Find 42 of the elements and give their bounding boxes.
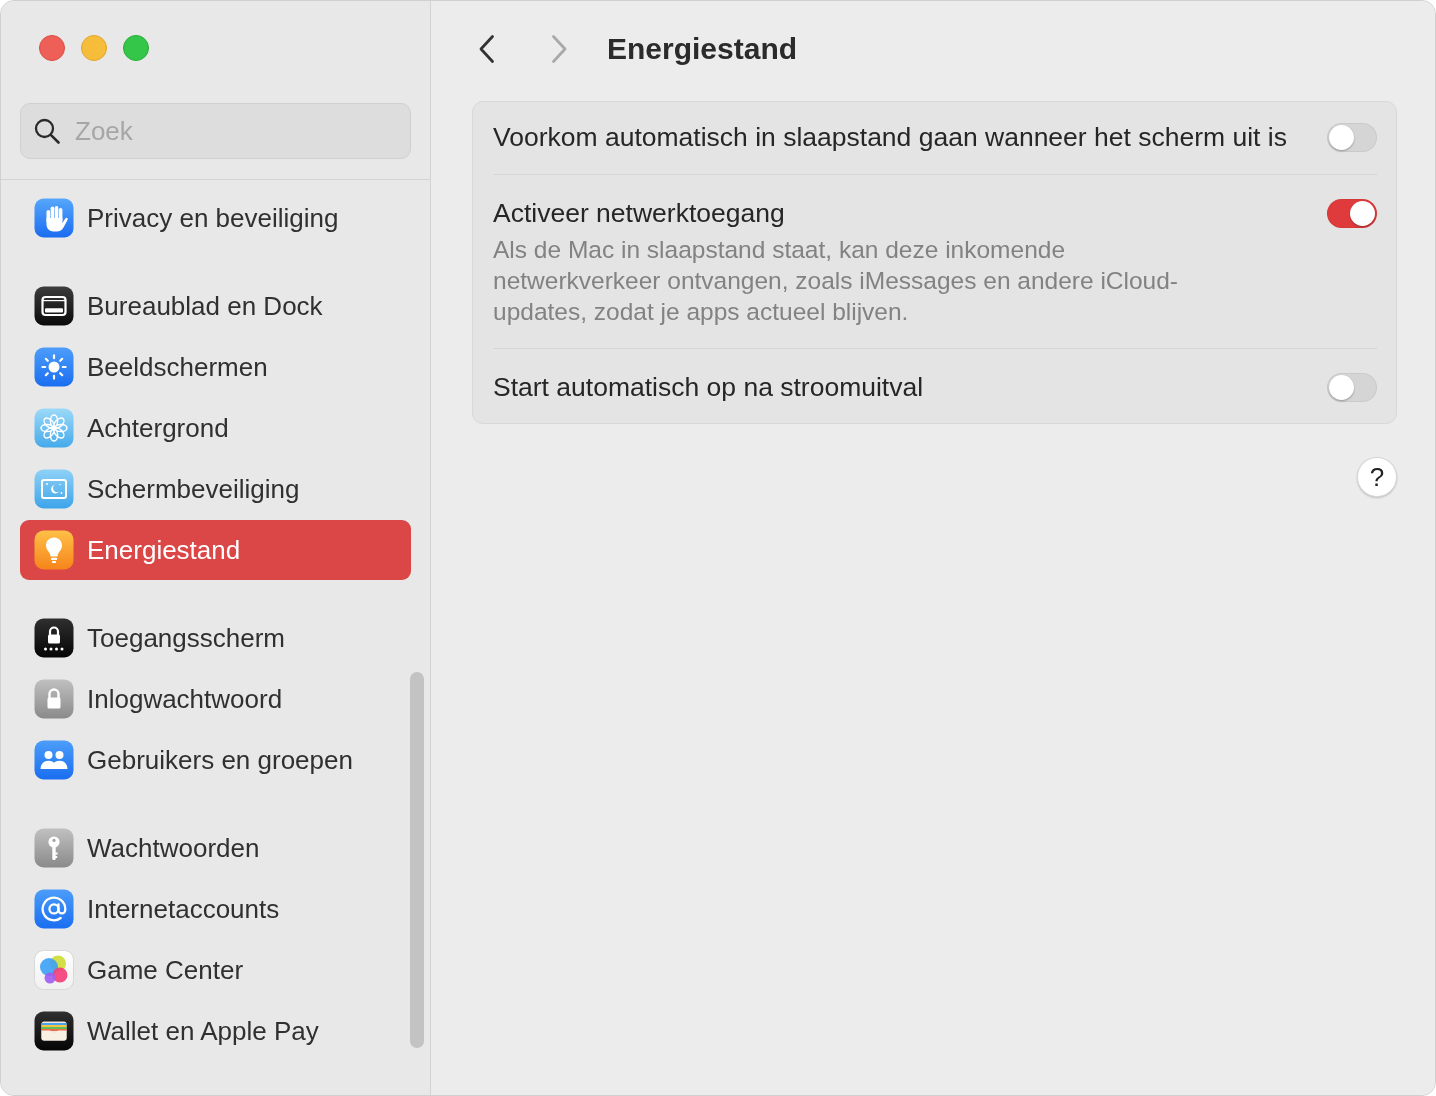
picture-frame-icon [34,469,74,509]
lightbulb-icon [34,530,74,570]
toggle-switch[interactable] [1327,199,1377,228]
sidebar-item[interactable]: Inlogwachtwoord [20,669,411,729]
sidebar-item[interactable]: Game Center [20,940,411,1000]
maximize-window-button[interactable] [123,35,149,61]
sidebar-item[interactable]: Privacy en beveiliging [20,188,411,248]
sidebar-item[interactable]: Wallet en Apple Pay [20,1001,411,1061]
dock-icon [34,286,74,326]
setting-description: Als de Mac in slaapstand staat, kan deze inkomende netwerkverkeer ontvangen, zoals iMessages en andere iCloud-updates, zodat je apps actueel blijven. [493,235,1180,327]
sidebar-item[interactable]: Internetaccounts [20,879,411,939]
minimize-window-button[interactable] [81,35,107,61]
sun-icon [34,347,74,387]
toggle-switch[interactable] [1327,123,1377,152]
scrollbar-thumb[interactable] [410,672,424,1048]
sidebar-item[interactable]: Toegangsscherm [20,608,411,668]
setting-label: Start automatisch op na stroomuitval [493,373,924,402]
lock-icon [34,618,74,658]
wallet-icon [34,1011,74,1051]
setting-label: Activeer netwerktoegang [493,199,786,228]
sidebar-item[interactable]: Gebruikers en groepen [20,730,411,790]
sidebar-item[interactable]: Wachtwoorden [20,818,411,878]
help-button[interactable]: ? [1357,457,1397,497]
search-icon [34,118,60,144]
bubbles-icon [34,950,74,990]
flower-icon [34,408,74,448]
at-sign-icon [34,889,74,929]
close-window-button[interactable] [39,35,65,61]
sidebar-item[interactable]: Achtergrond [20,398,411,458]
sidebar-item[interactable]: Energiestand [20,520,411,580]
chevron-right-icon [549,34,569,64]
sidebar-item[interactable]: Schermbeveiliging [20,459,411,519]
setting-label: Voorkom automatisch in slaapstand gaan wanneer het scherm uit is [493,123,1287,152]
sidebar-item[interactable]: Beeldschermen [20,337,411,397]
chevron-left-icon [477,34,497,64]
page-title: Energiestand [607,31,798,67]
lock-icon [34,679,74,719]
sidebar-item[interactable]: Bureaublad en Dock [20,276,411,336]
hand-icon [34,198,74,238]
people-icon [34,740,74,780]
toggle-switch[interactable] [1327,373,1377,402]
key-icon [34,828,74,868]
